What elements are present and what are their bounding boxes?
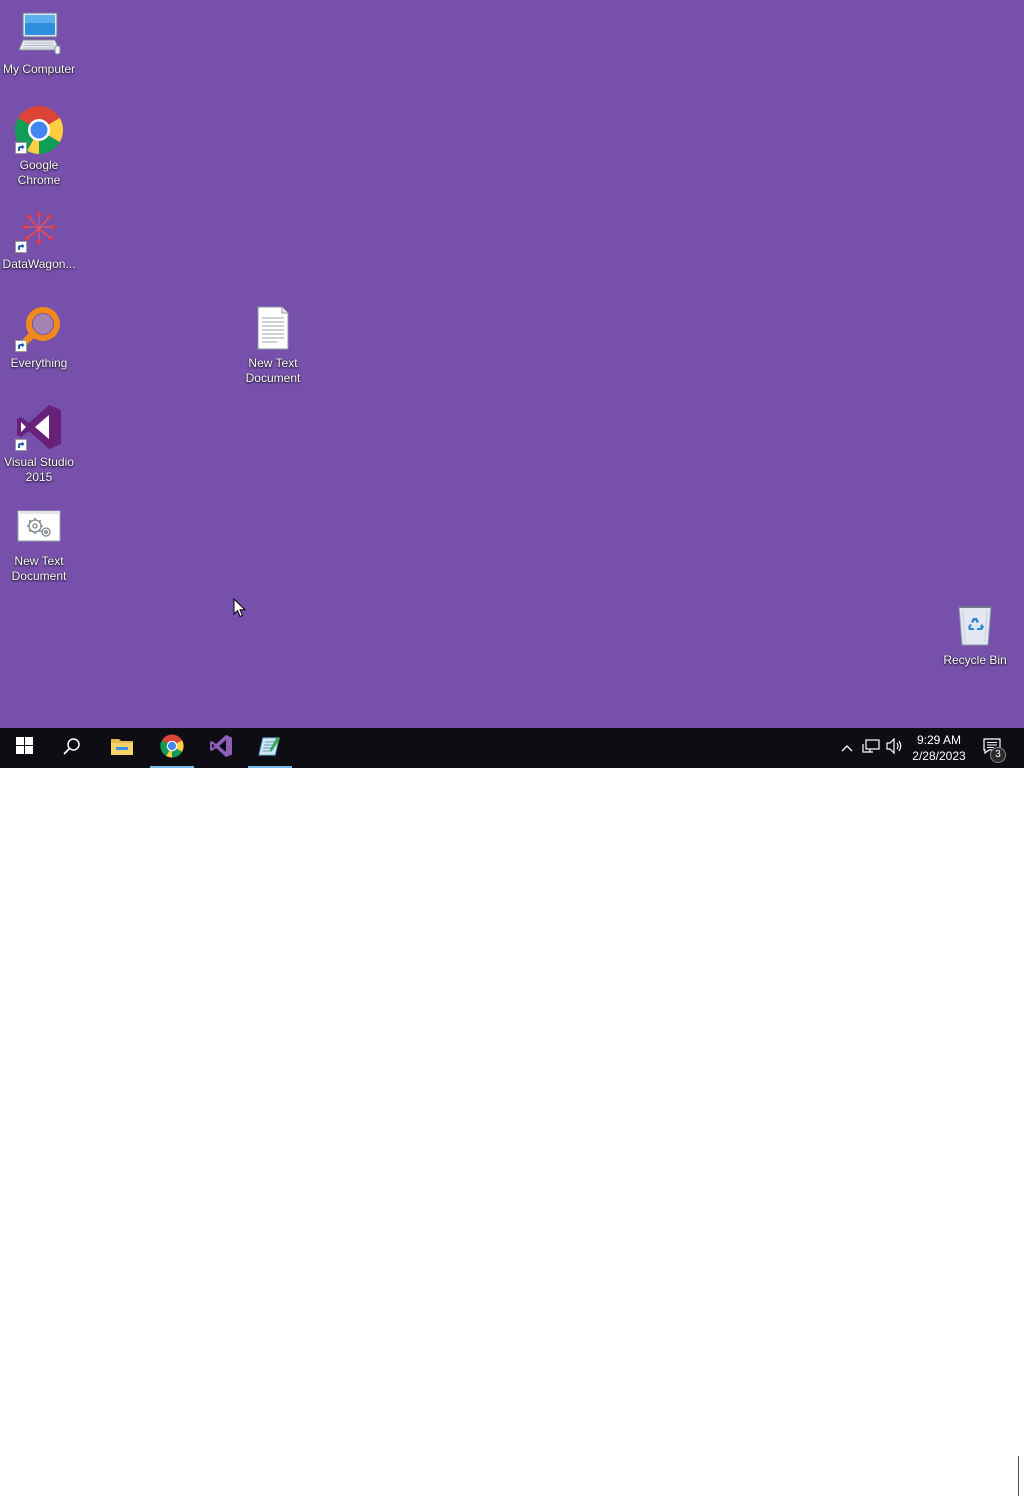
desktop-icon-label: Google Chrome <box>17 158 61 187</box>
mouse-pointer-icon <box>233 597 247 623</box>
desktop-icon-label: Visual Studio 2015 <box>4 455 74 484</box>
search-button[interactable] <box>48 728 96 768</box>
desktop-icon-new-text-document-2[interactable]: New Text Document <box>235 302 311 386</box>
search-icon <box>63 737 81 760</box>
notification-count-badge: 3 <box>990 747 1006 763</box>
desktop-icon-label: Recycle Bin <box>943 653 1007 667</box>
desktop-icon-google-chrome[interactable]: Google Chrome <box>1 104 77 188</box>
taskbar-notepad-button[interactable] <box>246 728 294 768</box>
desktop-icon-label: Everything <box>10 356 68 370</box>
desktop-icon-label: New Text Document <box>11 554 67 583</box>
desktop-icon-label: My Computer <box>2 62 76 76</box>
everything-search-icon <box>13 302 65 354</box>
notepad-icon <box>258 734 282 763</box>
volume-icon <box>886 737 904 759</box>
visual-studio-icon <box>209 734 233 763</box>
recycle-bin-icon <box>949 599 1001 651</box>
datawagon-icon <box>13 203 65 255</box>
network-tray-button[interactable] <box>860 728 882 768</box>
shortcut-arrow-icon <box>15 142 27 154</box>
show-hidden-icons-button[interactable] <box>838 728 856 768</box>
taskbar-chrome-button[interactable] <box>148 728 196 768</box>
visual-studio-icon <box>13 401 65 453</box>
computer-icon <box>13 8 65 60</box>
start-button[interactable] <box>0 728 48 768</box>
clock-date: 2/28/2023 <box>912 749 966 763</box>
folder-icon <box>110 736 134 761</box>
settings-document-icon <box>13 500 65 552</box>
desktop-icon-label: New Text Document <box>245 356 301 385</box>
chrome-icon <box>160 733 184 763</box>
taskbar: 9:29 AM 2/28/2023 <box>0 728 1024 1496</box>
taskbar-visual-studio-button[interactable] <box>197 728 245 768</box>
desktop[interactable]: My Computer Google Chrome DataWagon... E… <box>0 0 1024 728</box>
desktop-icon-my-computer[interactable]: My Computer <box>1 8 77 77</box>
desktop-icon-recycle-bin[interactable]: Recycle Bin <box>937 599 1013 668</box>
text-document-icon <box>247 302 299 354</box>
desktop-icon-everything[interactable]: Everything <box>1 302 77 371</box>
chrome-icon <box>13 104 65 156</box>
network-icon <box>862 738 880 759</box>
desktop-icon-visual-studio-2015[interactable]: Visual Studio 2015 <box>1 401 77 485</box>
desktop-icon-new-text-document-1[interactable]: New Text Document <box>1 500 77 584</box>
taskbar-file-explorer-button[interactable] <box>98 728 146 768</box>
clock[interactable]: 9:29 AM 2/28/2023 <box>906 728 972 768</box>
volume-tray-button[interactable] <box>884 728 906 768</box>
desktop-icon-label: DataWagon... <box>2 257 76 271</box>
chevron-up-icon <box>841 739 853 757</box>
clock-time: 9:29 AM <box>916 733 962 747</box>
windows-logo-icon <box>15 737 33 759</box>
shortcut-arrow-icon <box>15 241 27 253</box>
desktop-icon-datawagon[interactable]: DataWagon... <box>1 203 77 272</box>
shortcut-arrow-icon <box>15 340 27 352</box>
show-desktop-button[interactable] <box>1018 1456 1024 1496</box>
shortcut-arrow-icon <box>15 439 27 451</box>
